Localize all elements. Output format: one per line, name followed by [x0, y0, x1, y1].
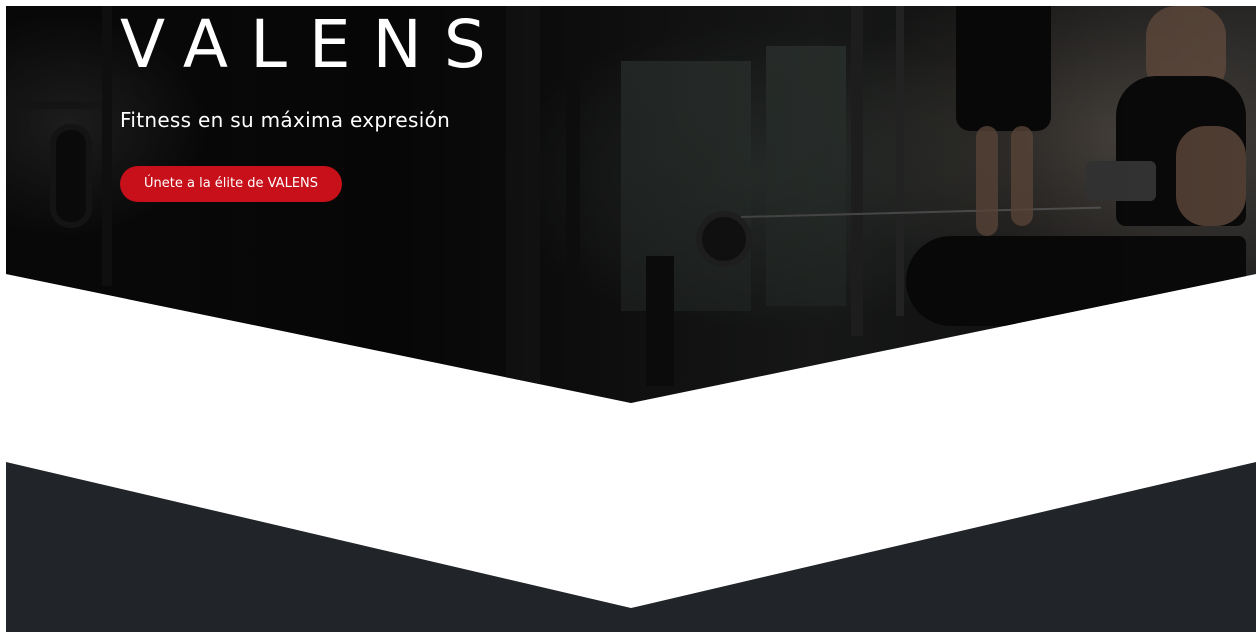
dark-chevron-section: [6, 462, 1256, 632]
hero-tagline: Fitness en su máxima expresión: [120, 108, 451, 132]
hero-section: VALENS Fitness en su máxima expresión Ún…: [6, 6, 1256, 403]
brand-title: VALENS: [120, 6, 508, 83]
join-button[interactable]: Únete a la élite de VALENS: [120, 166, 343, 202]
hero-content: VALENS Fitness en su máxima expresión Ún…: [120, 6, 508, 202]
page: VALENS Fitness en su máxima expresión Ún…: [0, 0, 1256, 632]
